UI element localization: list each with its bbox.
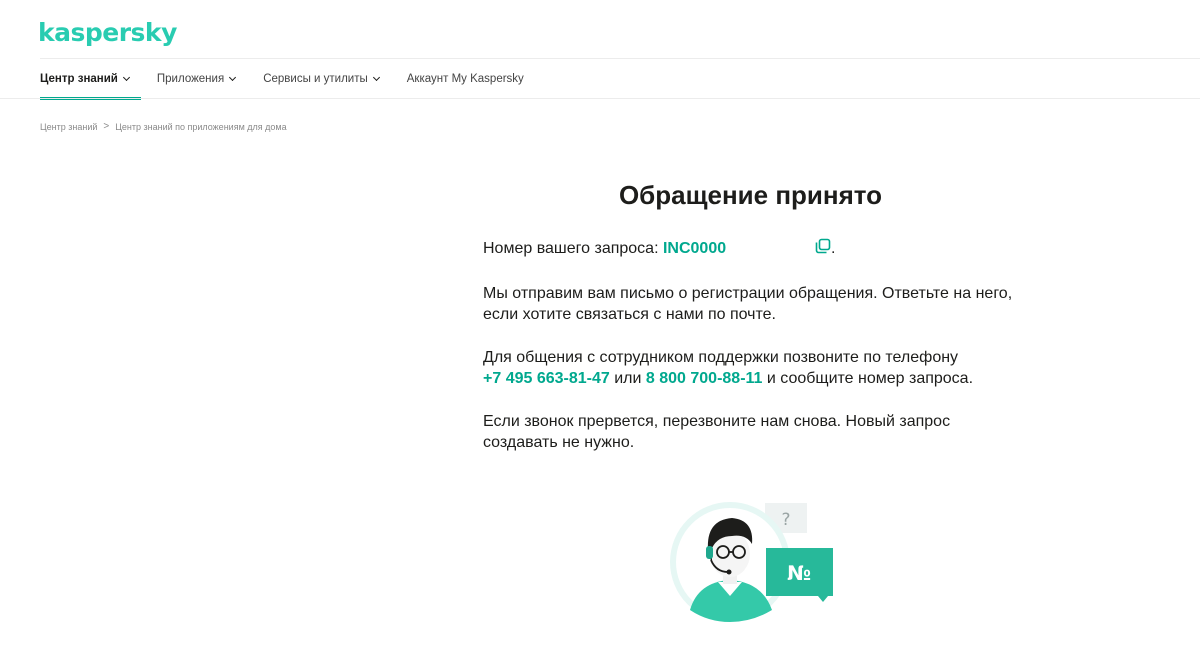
call-text-2: и сообщите номер запроса. (762, 370, 974, 387)
nav-item-my-kaspersky[interactable]: Аккаунт My Kaspersky (407, 59, 524, 99)
breadcrumb: Центр знаний > Центр знаний по приложени… (40, 121, 287, 132)
support-agent-illustration: ? № (668, 500, 838, 630)
phone-link-2[interactable]: 8 800 700-88-11 (646, 370, 763, 387)
kaspersky-logo[interactable]: kaspersky (38, 18, 177, 47)
request-number-line: Номер вашего запроса: INC0000 . (483, 238, 1043, 260)
request-end: . (831, 240, 836, 258)
number-sign: № (787, 561, 811, 585)
call-info-text: Для общения с сотрудником поддержки позв… (483, 347, 1043, 389)
phone-link-1[interactable]: +7 495 663-81-47 (483, 370, 610, 387)
call-or: или (609, 370, 646, 387)
nav-item-label: Центр знаний (40, 73, 118, 85)
breadcrumb-separator-icon: > (103, 121, 110, 132)
email-info-text: Мы отправим вам письмо о регистрации обр… (483, 285, 1013, 323)
page-title: Обращение принято (618, 180, 883, 210)
nav-item-services[interactable]: Сервисы и утилиты (263, 59, 380, 99)
nav-item-applications[interactable]: Приложения (156, 59, 237, 99)
call-text-1: Для общения с сотрудником поддержки позв… (483, 349, 959, 366)
redial-info-text: Если звонок прервется, перезвоните нам с… (483, 413, 951, 451)
nav-item-knowledge-center[interactable]: Центр знаний (40, 59, 141, 100)
request-label: Номер вашего запроса: (483, 240, 663, 258)
nav-item-label: Аккаунт My Kaspersky (406, 73, 524, 85)
chevron-down-icon (229, 73, 237, 82)
breadcrumb-link[interactable]: Центр знаний по приложениям для дома (115, 122, 286, 132)
breadcrumb-link[interactable]: Центр знаний (40, 122, 97, 132)
question-mark: ? (781, 510, 790, 530)
chevron-down-icon (122, 73, 130, 82)
copy-icon[interactable] (815, 238, 831, 260)
chevron-down-icon (372, 73, 380, 82)
main-nav: Центр знаний Приложения Сервисы и утилит… (40, 59, 552, 100)
nav-divider (0, 98, 1200, 99)
nav-item-label: Приложения (156, 73, 225, 85)
request-number: INC0000 (662, 240, 727, 258)
nav-item-label: Сервисы и утилиты (263, 73, 368, 85)
